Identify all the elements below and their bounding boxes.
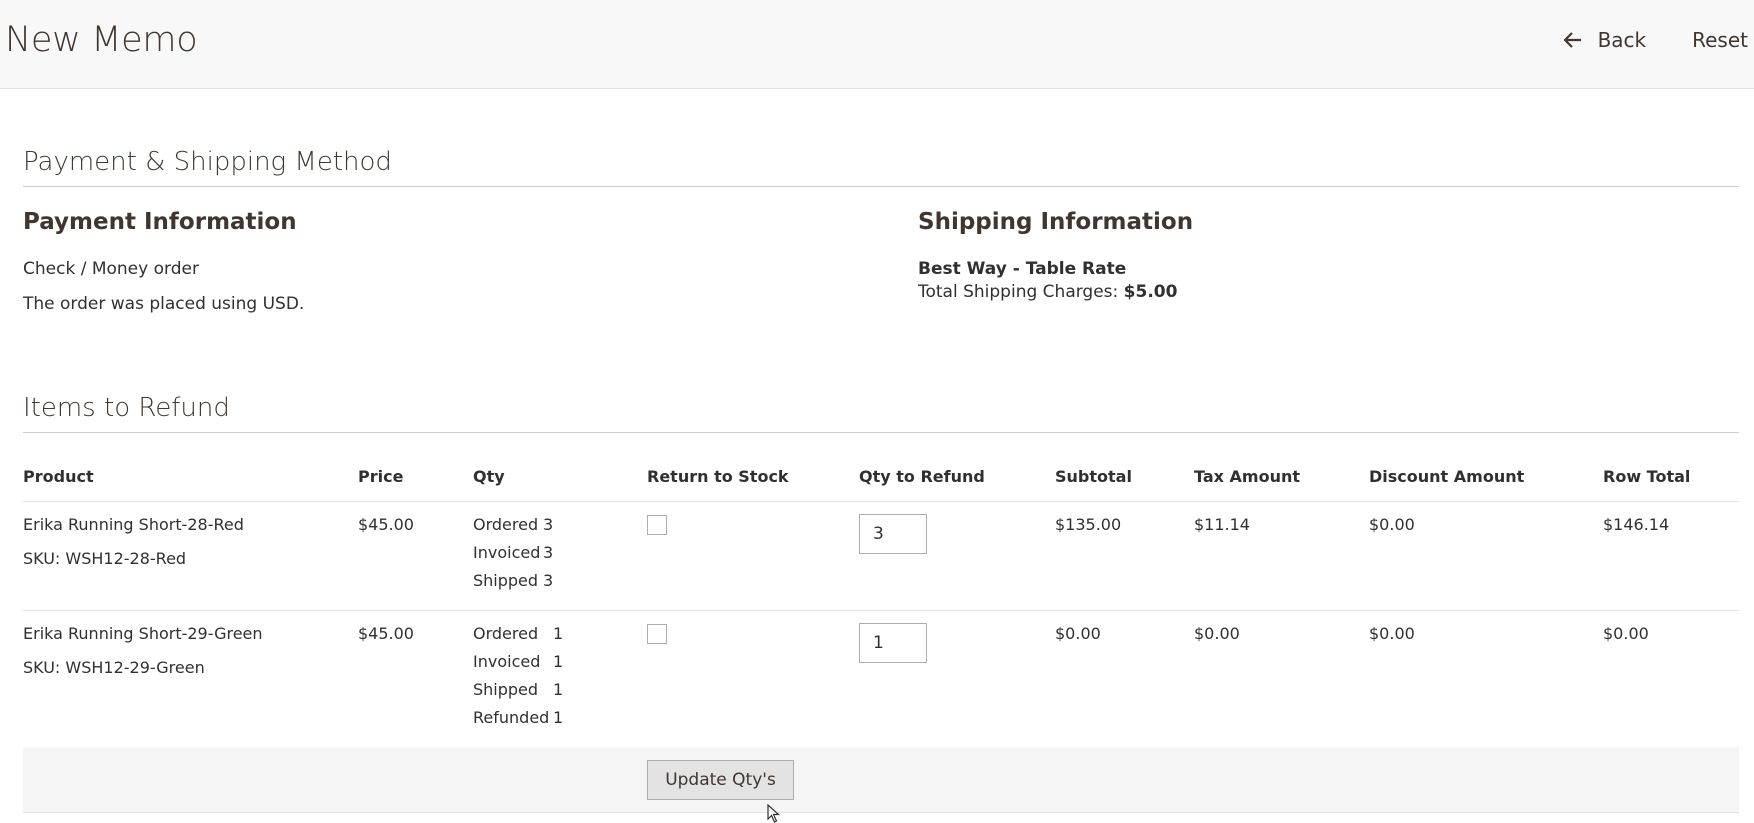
qty-label: Invoiced <box>473 543 541 562</box>
qty-value: 1 <box>553 624 564 643</box>
shipping-charges: Total Shipping Charges: $5.00 <box>918 282 1177 302</box>
header-actions: Back Reset <box>1563 28 1754 52</box>
qty-invoiced: Invoiced 1 <box>473 652 563 671</box>
qty-value: 3 <box>543 543 554 562</box>
row-subtotal: $0.00 <box>1055 624 1101 643</box>
payment-shipping-section-title: Payment & Shipping Method <box>23 147 392 177</box>
payment-method: Check / Money order <box>23 259 199 279</box>
product-name: Erika Running Short-28-Red <box>23 515 244 534</box>
shipping-charges-value: $5.00 <box>1123 282 1178 302</box>
shipping-method: Best Way - Table Rate <box>918 259 1127 279</box>
row-divider <box>23 610 1739 611</box>
row-discount-amount: $0.00 <box>1369 624 1415 643</box>
qty-value: 1 <box>553 680 564 699</box>
row-tax-amount: $0.00 <box>1194 624 1240 643</box>
section-divider <box>23 186 1739 187</box>
qty-label: Shipped <box>473 571 539 590</box>
row-discount-amount: $0.00 <box>1369 515 1415 534</box>
qty-to-refund-input[interactable] <box>859 623 927 663</box>
col-header-subtotal: Subtotal <box>1055 467 1132 486</box>
row-tax-amount: $11.14 <box>1194 515 1250 534</box>
payment-info-title: Payment Information <box>23 209 297 235</box>
currency-note: The order was placed using USD. <box>23 294 305 314</box>
row-divider <box>23 501 1739 502</box>
qty-label: Invoiced <box>473 652 541 671</box>
col-header-return-to-stock: Return to Stock <box>647 467 789 486</box>
page-title: New Memo <box>5 20 198 60</box>
qty-shipped: Shipped 3 <box>473 571 553 590</box>
qty-value: 1 <box>553 652 564 671</box>
back-button-label: Back <box>1597 28 1647 52</box>
qty-refunded: Refunded 1 <box>473 708 563 727</box>
shipping-info-title: Shipping Information <box>918 209 1194 235</box>
qty-label: Ordered <box>473 515 539 534</box>
col-header-qty: Qty <box>473 467 505 486</box>
product-sku: SKU: WSH12-29-Green <box>23 658 205 677</box>
grid-footer <box>23 747 1739 813</box>
section-divider <box>23 432 1739 433</box>
update-qtys-button[interactable]: Update Qty's <box>647 760 794 800</box>
qty-invoiced: Invoiced 3 <box>473 543 553 562</box>
col-header-price: Price <box>358 467 404 486</box>
back-button[interactable]: Back <box>1563 28 1647 52</box>
col-header-tax-amount: Tax Amount <box>1194 467 1301 486</box>
row-total: $0.00 <box>1603 624 1649 643</box>
row-subtotal: $135.00 <box>1055 515 1122 534</box>
col-header-qty-to-refund: Qty to Refund <box>859 467 985 486</box>
mouse-pointer-icon <box>767 804 781 823</box>
qty-shipped: Shipped 1 <box>473 680 563 699</box>
product-price: $45.00 <box>358 515 414 534</box>
items-section-title: Items to Refund <box>23 393 230 423</box>
product-sku: SKU: WSH12-28-Red <box>23 549 187 568</box>
page-header: New Memo Back Reset <box>0 0 1754 89</box>
return-to-stock-checkbox[interactable] <box>647 624 667 644</box>
qty-label: Refunded <box>473 708 550 727</box>
shipping-charges-label: Total Shipping Charges: <box>918 282 1119 302</box>
product-name: Erika Running Short-29-Green <box>23 624 263 643</box>
qty-value: 3 <box>543 515 554 534</box>
row-total: $146.14 <box>1603 515 1670 534</box>
col-header-row-total: Row Total <box>1603 467 1691 486</box>
return-to-stock-checkbox[interactable] <box>647 515 667 535</box>
qty-value: 3 <box>543 571 554 590</box>
qty-ordered: Ordered 1 <box>473 624 563 643</box>
reset-button[interactable]: Reset <box>1692 28 1748 52</box>
qty-ordered: Ordered 3 <box>473 515 553 534</box>
qty-label: Ordered <box>473 624 539 643</box>
col-header-product: Product <box>23 467 94 486</box>
arrow-left-icon <box>1563 32 1581 48</box>
qty-value: 1 <box>553 708 564 727</box>
col-header-discount-amount: Discount Amount <box>1369 467 1525 486</box>
qty-label: Shipped <box>473 680 539 699</box>
product-price: $45.00 <box>358 624 414 643</box>
qty-to-refund-input[interactable] <box>859 514 927 554</box>
